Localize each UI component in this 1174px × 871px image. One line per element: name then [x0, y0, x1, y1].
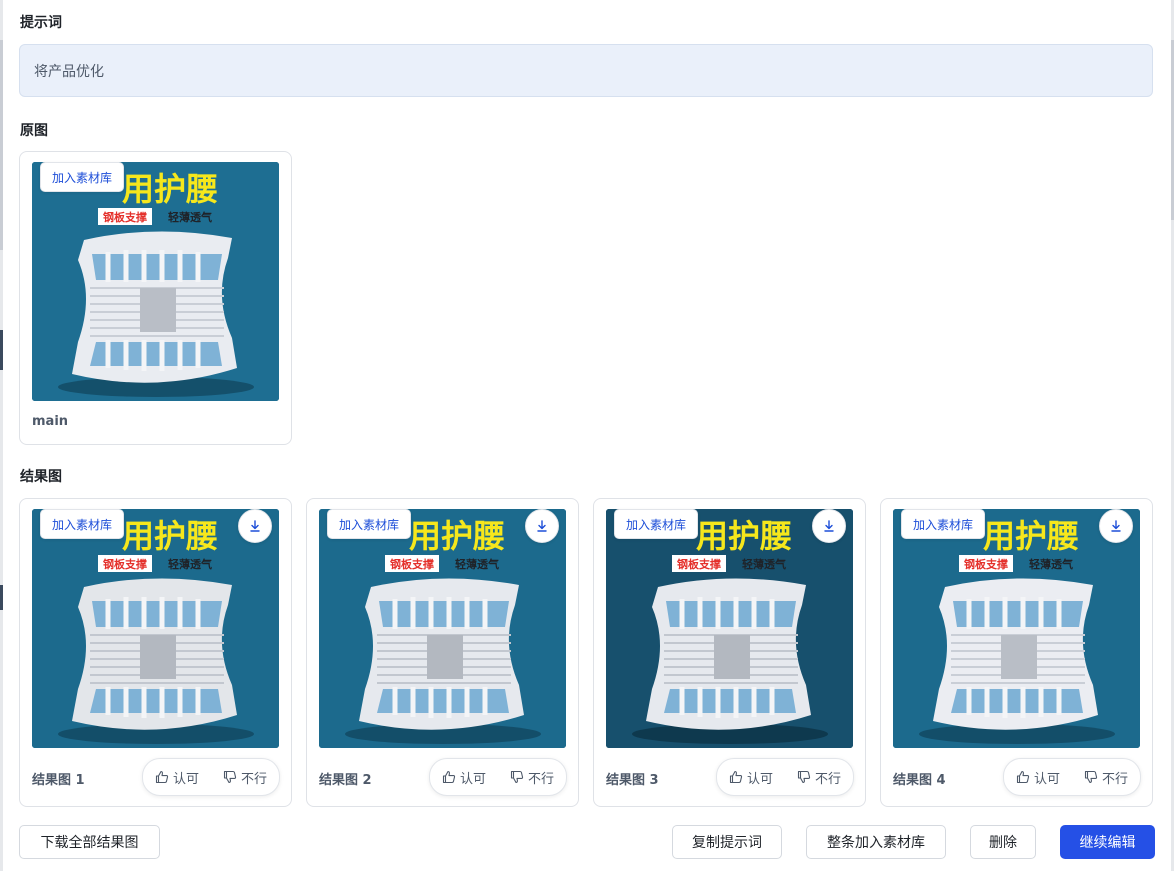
- approve-label: 认可: [1033, 771, 1060, 787]
- thumbs-up-icon: [729, 770, 743, 784]
- continue-edit-button[interactable]: 继续编辑: [1060, 825, 1155, 859]
- original-add-to-library-button[interactable]: 加入素材库: [40, 162, 125, 192]
- vote-button-group: 认可 不行: [715, 758, 854, 796]
- copy-prompt-button[interactable]: 复制提示词: [672, 825, 782, 859]
- original-image-card: 用护腰 钢板支撑 轻薄透气 加入素材库 main: [19, 151, 292, 445]
- image-headline: 用护腰: [122, 517, 218, 555]
- approve-label: 认可: [172, 771, 199, 787]
- result-card: 用护腰 钢板支撑 轻薄透气 加入素材库 结果图 1 认可 不行: [19, 498, 292, 807]
- download-icon: [250, 520, 260, 532]
- product-image-graphic: 用护腰 钢板支撑 轻薄透气: [32, 509, 279, 748]
- image-tag-plain: 轻薄透气: [742, 557, 786, 571]
- download-icon: [1111, 520, 1121, 532]
- approve-button[interactable]: 认可: [1004, 759, 1072, 795]
- approve-button[interactable]: 认可: [717, 759, 785, 795]
- reject-button[interactable]: 不行: [1072, 759, 1140, 795]
- result-download-button[interactable]: [525, 509, 559, 543]
- prompt-text: 将产品优化: [34, 63, 104, 80]
- result-image-label: 结果图 2: [319, 773, 372, 788]
- image-tag-red: 钢板支撑: [103, 210, 147, 224]
- results-section-title: 结果图: [20, 469, 62, 485]
- result-image-label: 结果图 4: [893, 773, 946, 788]
- result-product-image[interactable]: 用护腰 钢板支撑 轻薄透气: [319, 509, 566, 748]
- result-card: 用护腰 钢板支撑 轻薄透气 加入素材库 结果图 3 认可 不行: [593, 498, 866, 807]
- result-product-image[interactable]: 用护腰 钢板支撑 轻薄透气: [893, 509, 1140, 748]
- original-product-image[interactable]: 用护腰 钢板支撑 轻薄透气: [32, 162, 279, 401]
- reject-button[interactable]: 不行: [498, 759, 566, 795]
- product-image-graphic: 用护腰 钢板支撑 轻薄透气: [893, 509, 1140, 748]
- result-download-button[interactable]: [1099, 509, 1133, 543]
- image-tag-red: 钢板支撑: [677, 557, 721, 571]
- product-image-graphic: 用护腰 钢板支撑 轻薄透气: [606, 509, 853, 748]
- result-image-label: 结果图 3: [606, 773, 659, 788]
- image-headline: 用护腰: [122, 170, 218, 208]
- thumbs-up-icon: [442, 770, 456, 784]
- left-window-edge: [0, 0, 3, 871]
- approve-button[interactable]: 认可: [430, 759, 498, 795]
- vote-button-group: 认可 不行: [141, 758, 280, 796]
- delete-button[interactable]: 删除: [970, 825, 1036, 859]
- result-product-image[interactable]: 用护腰 钢板支撑 轻薄透气: [32, 509, 279, 748]
- reject-label: 不行: [527, 771, 554, 787]
- reject-label: 不行: [814, 771, 841, 787]
- download-all-results-button[interactable]: 下载全部结果图: [19, 825, 160, 859]
- approve-label: 认可: [459, 771, 486, 787]
- result-download-button[interactable]: [238, 509, 272, 543]
- result-add-to-library-button[interactable]: 加入素材库: [40, 509, 125, 539]
- result-card: 用护腰 钢板支撑 轻薄透气 加入素材库 结果图 2 认可 不行: [306, 498, 579, 807]
- image-tag-plain: 轻薄透气: [455, 557, 499, 571]
- image-tag-red: 钢板支撑: [964, 557, 1008, 571]
- image-tag-red: 钢板支撑: [390, 557, 434, 571]
- thumbs-down-icon: [1084, 770, 1098, 784]
- result-download-button[interactable]: [812, 509, 846, 543]
- reject-button[interactable]: 不行: [785, 759, 853, 795]
- thumbs-up-icon: [155, 770, 169, 784]
- thumbs-down-icon: [510, 770, 524, 784]
- image-tag-red: 钢板支撑: [103, 557, 147, 571]
- reject-button[interactable]: 不行: [211, 759, 279, 795]
- original-image-label: main: [32, 414, 69, 429]
- prompt-display: 将产品优化: [19, 44, 1153, 97]
- add-all-to-library-button[interactable]: 整条加入素材库: [806, 825, 946, 859]
- image-tag-plain: 轻薄透气: [168, 210, 212, 224]
- thumbs-up-icon: [1016, 770, 1030, 784]
- image-tag-plain: 轻薄透气: [168, 557, 212, 571]
- result-card: 用护腰 钢板支撑 轻薄透气 加入素材库 结果图 4 认可 不行: [880, 498, 1153, 807]
- vote-button-group: 认可 不行: [1002, 758, 1141, 796]
- result-add-to-library-button[interactable]: 加入素材库: [614, 509, 699, 539]
- product-image-graphic: 用护腰 钢板支撑 轻薄透气: [32, 162, 279, 401]
- download-icon: [537, 520, 547, 532]
- reject-label: 不行: [240, 771, 267, 787]
- reject-label: 不行: [1101, 771, 1128, 787]
- result-product-image[interactable]: 用护腰 钢板支撑 轻薄透气: [606, 509, 853, 748]
- approve-label: 认可: [746, 771, 773, 787]
- prompt-section-title: 提示词: [20, 15, 62, 31]
- result-image-label: 结果图 1: [32, 773, 85, 788]
- result-add-to-library-button[interactable]: 加入素材库: [901, 509, 986, 539]
- download-icon: [824, 520, 834, 532]
- approve-button[interactable]: 认可: [143, 759, 211, 795]
- thumbs-down-icon: [797, 770, 811, 784]
- vote-button-group: 认可 不行: [428, 758, 567, 796]
- result-add-to-library-button[interactable]: 加入素材库: [327, 509, 412, 539]
- product-image-graphic: 用护腰 钢板支撑 轻薄透气: [319, 509, 566, 748]
- image-headline: 用护腰: [983, 517, 1079, 555]
- image-headline: 用护腰: [409, 517, 505, 555]
- thumbs-down-icon: [223, 770, 237, 784]
- original-section-title: 原图: [20, 123, 48, 139]
- image-headline: 用护腰: [696, 517, 792, 555]
- image-tag-plain: 轻薄透气: [1029, 557, 1073, 571]
